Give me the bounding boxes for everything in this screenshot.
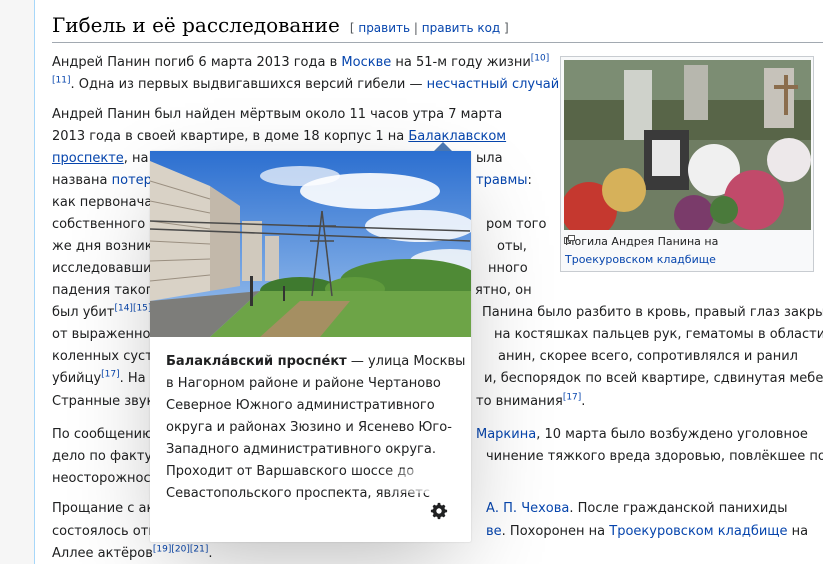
- text-line: как первоначал: [52, 195, 161, 210]
- ref-17b[interactable]: [17]: [563, 393, 581, 403]
- link-cemetery-caption[interactable]: Троекуровском кладбище: [565, 253, 716, 266]
- gear-icon[interactable]: [430, 502, 448, 520]
- text-line: неосторожност: [52, 471, 159, 486]
- text-line: был убит[14][15] Панина было разбито в кр…: [52, 303, 823, 320]
- link-preview-popup[interactable]: Балакла́вский проспе́кт — улица Москвы в…: [150, 142, 471, 542]
- link-balaklavsky[interactable]: Балаклавском: [408, 129, 506, 144]
- section-edit-links: [ править | править код ]: [349, 21, 509, 35]
- text-line: [11]. Одна из первых выдвигавшихся верси…: [52, 75, 563, 92]
- ref-17[interactable]: [17]: [101, 370, 119, 380]
- link-trauma[interactable]: травмы: [476, 173, 528, 188]
- text-line: от выраженной на костяшках пальцев рук, г…: [52, 327, 823, 342]
- edit-source-link[interactable]: править код: [422, 21, 500, 35]
- text-line: Прощание с акт А. П. Чехова. После гражда…: [52, 501, 788, 516]
- link-accident[interactable]: несчастный случай: [427, 77, 560, 92]
- text-line: дело по факту чинение тяжкого вреда здоро…: [52, 449, 823, 464]
- text-line: собственного р ром того: [52, 217, 547, 232]
- ref-19-21[interactable]: [19][20][21]: [153, 545, 208, 555]
- thumbnail-caption: Могила Андрея Панина на Троекуровском кл…: [565, 235, 719, 266]
- text-line: падения такого ятно, он: [52, 283, 532, 298]
- text-line: исследовавшие нного: [52, 261, 528, 276]
- text-line: Странные звук то внимания[17].: [52, 392, 586, 409]
- text-line: названа потеря травмы:: [52, 173, 532, 188]
- magnify-clip-icon[interactable]: [564, 235, 575, 244]
- link-markin[interactable]: Маркина: [476, 427, 536, 442]
- link-troekurovskoe[interactable]: Троекуровском кладбище: [609, 524, 787, 539]
- link-moscow[interactable]: Москве: [341, 55, 391, 70]
- link-prospekt[interactable]: проспекте: [52, 151, 124, 166]
- preview-title: Балакла́вский проспе́кт: [166, 354, 347, 369]
- grave-thumbnail: Могила Андрея Панина на Троекуровском кл…: [560, 56, 814, 272]
- text-line: Андрей Панин погиб 6 марта 2013 года в М…: [52, 53, 550, 70]
- ref-11[interactable]: [11]: [52, 76, 70, 86]
- extract-fade: [380, 469, 460, 493]
- popup-pointer: [434, 142, 452, 151]
- text-line: коленных суста анин, скорее всего, сопрот…: [52, 349, 798, 364]
- text-line: По сообщению Маркина, 10 марта было возбу…: [52, 427, 808, 442]
- text-line: Андрей Панин был найден мёртвым около 11…: [52, 107, 503, 122]
- text-line: Аллее актёров[19][20][21].: [52, 544, 213, 561]
- link-chekhov[interactable]: А. П. Чехова: [486, 501, 569, 516]
- ref-10[interactable]: [10]: [531, 54, 549, 64]
- grave-photo[interactable]: [564, 60, 811, 230]
- text-line: проспекте, на к ыла: [52, 151, 503, 166]
- preview-thumbnail[interactable]: [150, 151, 471, 337]
- text-line: убийцу[17]. На т и, беспорядок по всей кв…: [52, 369, 823, 386]
- text-line: состоялось отп ве. Похоронен на Троекуров…: [52, 524, 809, 539]
- edit-section-link[interactable]: править: [358, 21, 410, 35]
- section-title: Гибель и её расследование: [52, 13, 340, 37]
- ref-14-15[interactable]: [14][15]: [114, 304, 151, 314]
- section-heading: Гибель и её расследование [ править | пра…: [52, 13, 823, 43]
- text-line: же дня возникл оты,: [52, 239, 527, 254]
- link-theatre[interactable]: ве: [486, 524, 502, 539]
